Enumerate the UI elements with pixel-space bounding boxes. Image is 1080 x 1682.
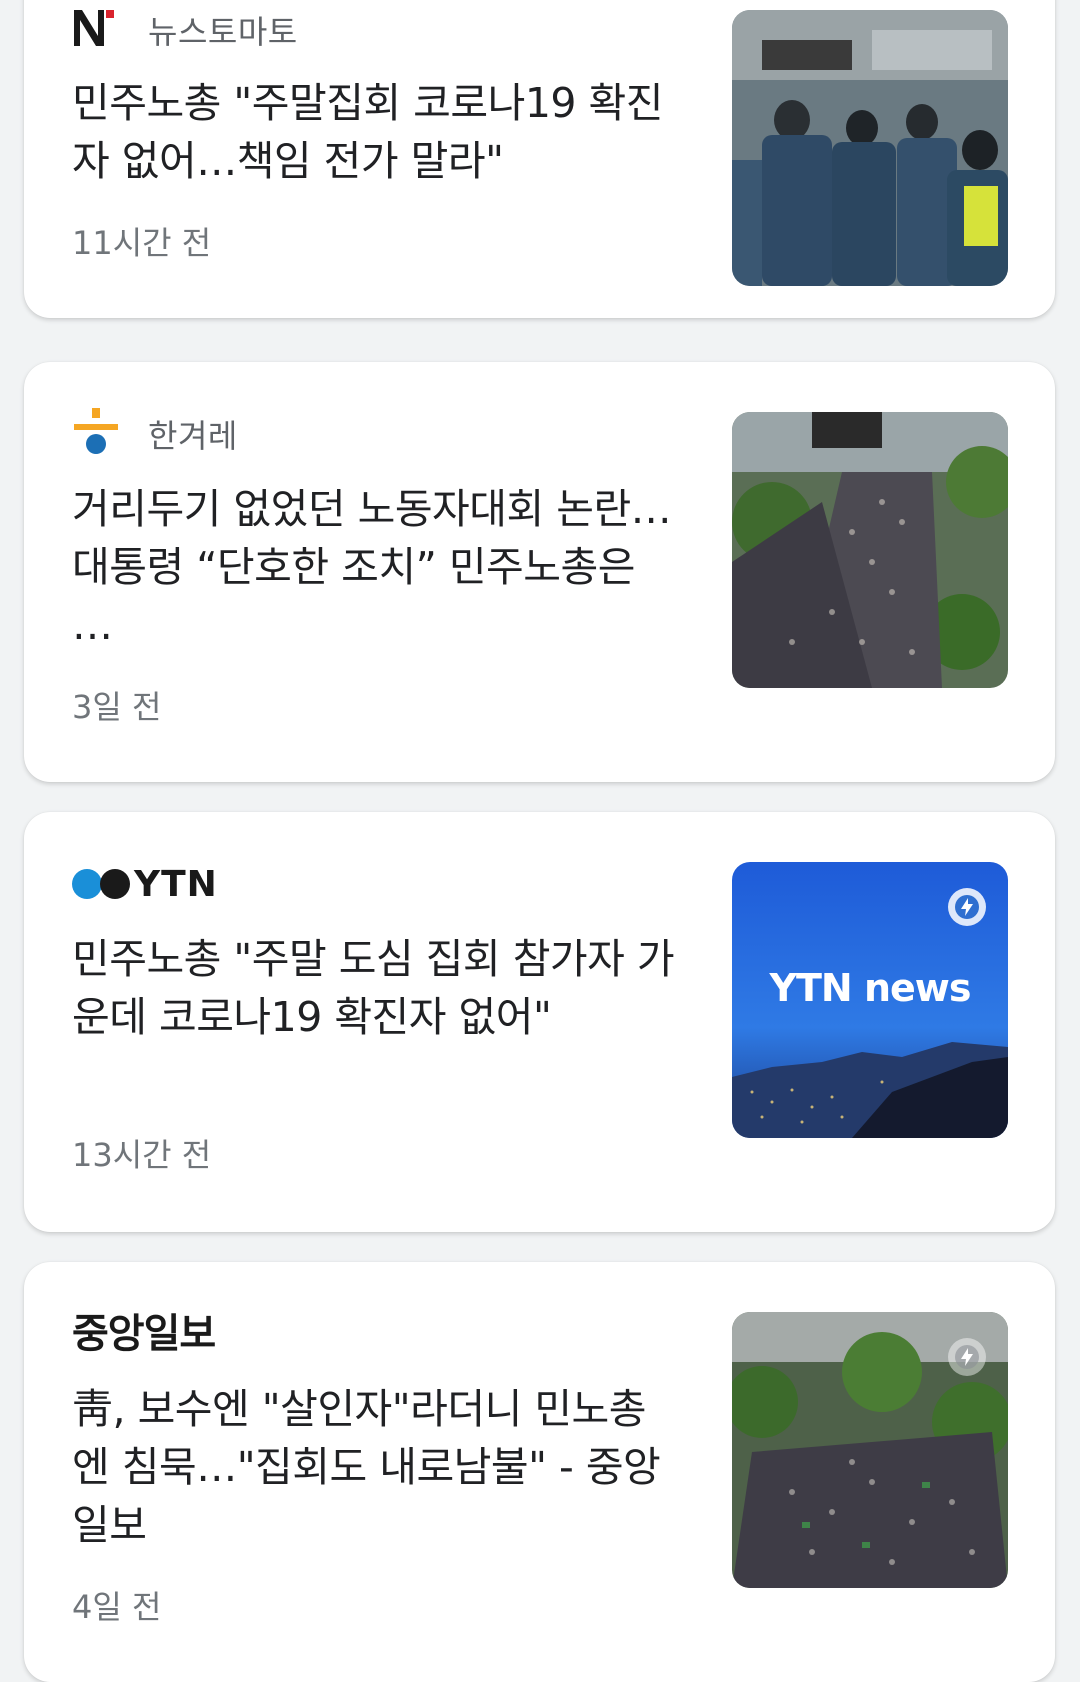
joongang-logo-icon: 중앙일보 [72,1311,216,1357]
ytn-logo-text: YTN [134,863,218,905]
article-time: 11시간 전 [72,224,212,262]
hankyoreh-logo-icon [72,408,120,460]
article-time: 13시간 전 [72,1136,212,1174]
article-thumbnail[interactable]: YTN news [732,862,1008,1138]
ytn-news-wordmark: YTN news [769,966,971,1010]
news-source: 한겨레 [72,408,238,460]
ytn-logo-icon: YTN [72,864,218,905]
police-officers-photo [732,10,1008,286]
article-headline[interactable]: 민주노총 "주말집회 코로나19 확진자 없어…책임 전가 말라" [72,74,682,190]
newstomato-logo-icon [72,6,120,54]
news-source: YTN [72,860,218,908]
article-headline[interactable]: 거리두기 없었던 노동자대회 논란…대통령 “단호한 조치” 민주노총은 … [72,480,682,654]
news-card[interactable]: YTN 민주노총 "주말 도심 집회 참가자 가운데 코로나19 확진자 없어"… [24,812,1055,1232]
source-name: 뉴스토마토 [148,13,298,51]
article-headline[interactable]: 靑, 보수엔 "살인자"라더니 민노총엔 침묵…"집회도 내로남불" - 중앙일… [72,1380,682,1554]
article-thumbnail[interactable] [732,1312,1008,1588]
news-card[interactable]: 한겨레 거리두기 없었던 노동자대회 논란…대통령 “단호한 조치” 민주노총은… [24,362,1055,782]
article-headline[interactable]: 민주노총 "주말 도심 집회 참가자 가운데 코로나19 확진자 없어" [72,930,682,1046]
news-source: 중앙일보 [72,1306,216,1357]
article-thumbnail[interactable] [732,10,1008,286]
article-thumbnail[interactable] [732,412,1008,688]
news-card[interactable]: 뉴스토마토 민주노총 "주말집회 코로나19 확진자 없어…책임 전가 말라" … [24,0,1055,318]
amp-lightning-icon [948,888,986,926]
street-rally-crowd-photo [732,412,1008,688]
news-feed: 뉴스토마토 민주노총 "주말집회 코로나19 확진자 없어…책임 전가 말라" … [0,0,1080,1682]
amp-lightning-icon [948,1338,986,1376]
news-source: 뉴스토마토 [72,6,298,54]
article-time: 4일 전 [72,1588,162,1626]
news-card[interactable]: 중앙일보 靑, 보수엔 "살인자"라더니 민노총엔 침묵…"집회도 내로남불" … [24,1262,1055,1682]
source-name: 한겨레 [148,417,238,455]
article-time: 3일 전 [72,688,162,726]
